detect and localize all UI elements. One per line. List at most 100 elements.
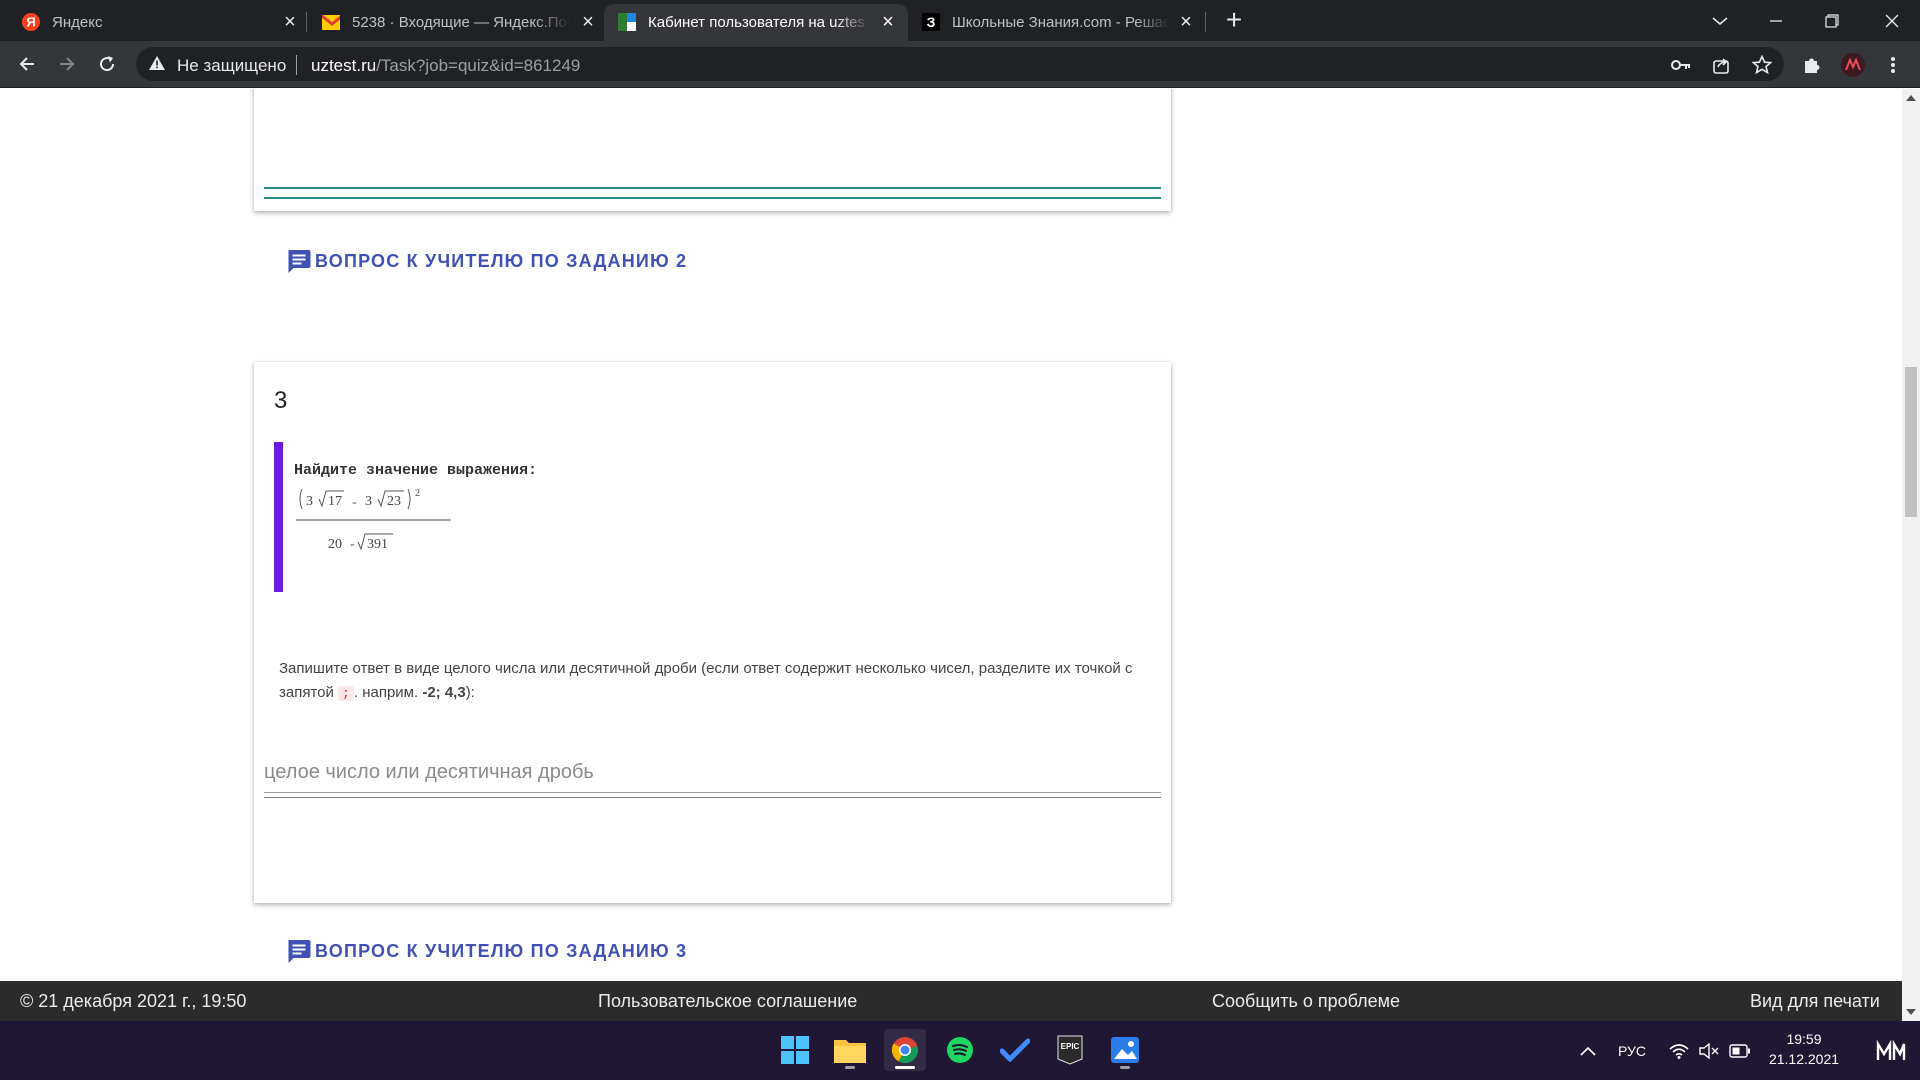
start-button[interactable]	[774, 1029, 816, 1071]
url-path: /Task?job=quiz&id=861249	[376, 56, 581, 75]
formula-den-int: 20	[328, 537, 342, 552]
formula-rad-b: 23	[387, 494, 401, 509]
formula-coef-b: 3	[365, 494, 372, 509]
chrome-icon[interactable]	[884, 1029, 926, 1071]
forward-button[interactable]	[50, 47, 84, 81]
scroll-down-arrow-icon[interactable]	[1902, 1003, 1920, 1021]
spotify-icon[interactable]	[939, 1029, 981, 1071]
formula-den-rad: 391	[367, 537, 388, 552]
answer-underline-2	[264, 197, 1161, 199]
extensions-puzzle-icon[interactable]	[1799, 52, 1825, 78]
minimize-button[interactable]	[1748, 0, 1804, 41]
instruction-mid: . наприм.	[353, 684, 423, 701]
tab-separator	[306, 12, 307, 32]
tray-overflow-chevron-icon[interactable]	[1580, 1021, 1596, 1080]
answer-underline	[264, 187, 1161, 189]
report-problem-link[interactable]: Сообщить о проблеме	[1212, 991, 1400, 1012]
tab-mail[interactable]: 5238 · Входящие — Яндекс.Почта ×	[308, 4, 604, 41]
page-content: ВОПРОС К УЧИТЕЛЮ ПО ЗАДАНИЮ 2 3 Найдите …	[0, 89, 1902, 981]
tab-znania[interactable]: З Школьные Знания.com - Решаем вместе ×	[908, 4, 1204, 41]
close-tab-icon[interactable]: ×	[878, 12, 898, 32]
svg-text:EPIC: EPIC	[1061, 1042, 1080, 1051]
uztest-icon	[618, 13, 636, 31]
photos-icon[interactable]	[1104, 1029, 1146, 1071]
answer-underline	[264, 797, 1161, 798]
task-number: 3	[274, 387, 288, 414]
wifi-icon[interactable]	[1669, 1021, 1689, 1080]
page-scrollbar[interactable]	[1902, 89, 1920, 1021]
key-icon[interactable]	[1668, 52, 1694, 78]
close-tab-icon[interactable]: ×	[1176, 12, 1196, 32]
close-window-button[interactable]	[1864, 0, 1920, 41]
running-indicator	[1120, 1066, 1130, 1069]
page-footer: © 21 декабря 2021 г., 19:50 Пользователь…	[0, 981, 1902, 1021]
todo-check-icon[interactable]	[994, 1029, 1036, 1071]
tab-uztest[interactable]: Кабинет пользователя на uztest.ru ×	[604, 4, 908, 41]
scrollbar-thumb[interactable]	[1905, 367, 1917, 517]
mail-icon	[322, 13, 340, 31]
tab-title-fade	[534, 4, 570, 41]
formula-power: 2	[415, 488, 420, 499]
not-secure-label[interactable]: Не защищено	[177, 56, 286, 76]
svg-text:З: З	[927, 14, 936, 30]
example-text: -2; 4,3	[422, 684, 466, 701]
chat-bubble-icon	[288, 250, 311, 273]
svg-text:Я: Я	[26, 15, 35, 30]
tab-title-fade	[1134, 4, 1170, 41]
formula-rad-a: 17	[328, 494, 342, 509]
keyboard-language[interactable]: РУС	[1618, 1021, 1646, 1080]
running-indicator	[845, 1066, 855, 1069]
answer-instructions: Запишите ответ в виде целого числа или д…	[279, 657, 1139, 706]
task-quote-bar	[274, 442, 283, 592]
ask-teacher-label: ВОПРОС К УЧИТЕЛЮ ПО ЗАДАНИЮ 2	[315, 250, 688, 271]
new-tab-button[interactable]: +	[1219, 6, 1249, 36]
close-tab-icon[interactable]: ×	[280, 12, 300, 32]
chat-bubble-icon	[288, 940, 311, 963]
ask-teacher-link-2[interactable]: ВОПРОС К УЧИТЕЛЮ ПО ЗАДАНИЮ 2	[285, 248, 687, 274]
math-formula: 3 17 - 3 23 2 20 - 391	[296, 488, 451, 552]
ask-teacher-label: ВОПРОС К УЧИТЕЛЮ ПО ЗАДАНИЮ 3	[315, 940, 688, 961]
yandex-icon: Я	[22, 13, 40, 31]
close-tab-icon[interactable]: ×	[578, 12, 598, 32]
footer-copyright: © 21 декабря 2021 г., 19:50	[20, 991, 247, 1011]
user-agreement-link[interactable]: Пользовательское соглашение	[598, 991, 857, 1012]
bookmark-star-icon[interactable]	[1749, 52, 1775, 78]
warning-triangle-icon[interactable]	[148, 55, 166, 76]
clock-time: 19:59	[1786, 1031, 1822, 1047]
file-explorer-icon[interactable]	[829, 1029, 871, 1071]
windows-taskbar: EPIC РУС 19:59 21.12.2021	[0, 1021, 1920, 1080]
formula-paren-left	[299, 488, 303, 510]
tab-title: Яндекс	[52, 14, 103, 31]
browser-menu-icon[interactable]	[1880, 52, 1906, 78]
restore-button[interactable]	[1804, 0, 1860, 41]
taskbar-clock[interactable]: 19:59 21.12.2021	[1768, 1029, 1840, 1069]
answer-input[interactable]	[264, 753, 1161, 793]
instruction-end: ):	[465, 684, 475, 701]
volume-muted-icon[interactable]	[1699, 1021, 1719, 1080]
tab-search-chevron-icon[interactable]	[1692, 0, 1748, 41]
ask-teacher-link-3[interactable]: ВОПРОС К УЧИТЕЛЮ ПО ЗАДАНИЮ 3	[285, 938, 687, 964]
tab-separator	[1205, 12, 1206, 32]
notification-logo-icon[interactable]	[1876, 1021, 1906, 1080]
windows-logo-icon	[781, 1036, 809, 1064]
task-prompt: Найдите значение выражения:	[294, 462, 538, 479]
clock-date: 21.12.2021	[1768, 1051, 1840, 1067]
svg-text:-: -	[350, 537, 355, 552]
profile-avatar-icon[interactable]	[1840, 52, 1866, 78]
running-indicator	[895, 1066, 915, 1069]
print-view-link[interactable]: Вид для печати	[1750, 991, 1880, 1012]
battery-icon[interactable]	[1729, 1021, 1751, 1080]
tab-strip: Я Яндекс × 5238 · Входящие — Яндекс.Почт…	[0, 0, 1920, 41]
back-button[interactable]	[10, 47, 44, 81]
tab-yandex[interactable]: Я Яндекс ×	[8, 4, 304, 41]
znania-icon: З	[922, 13, 940, 31]
reload-button[interactable]	[90, 47, 124, 81]
url-host: uztest.ru	[311, 56, 377, 75]
separator-code: ;	[338, 686, 354, 701]
share-icon[interactable]	[1708, 52, 1734, 78]
epic-games-icon[interactable]: EPIC	[1049, 1029, 1091, 1071]
browser-toolbar	[0, 41, 1920, 88]
url-text[interactable]: uztest.ru/Task?job=quiz&id=861249	[311, 56, 580, 76]
scroll-up-arrow-icon[interactable]	[1902, 89, 1920, 107]
formula-minus: -	[352, 495, 357, 510]
